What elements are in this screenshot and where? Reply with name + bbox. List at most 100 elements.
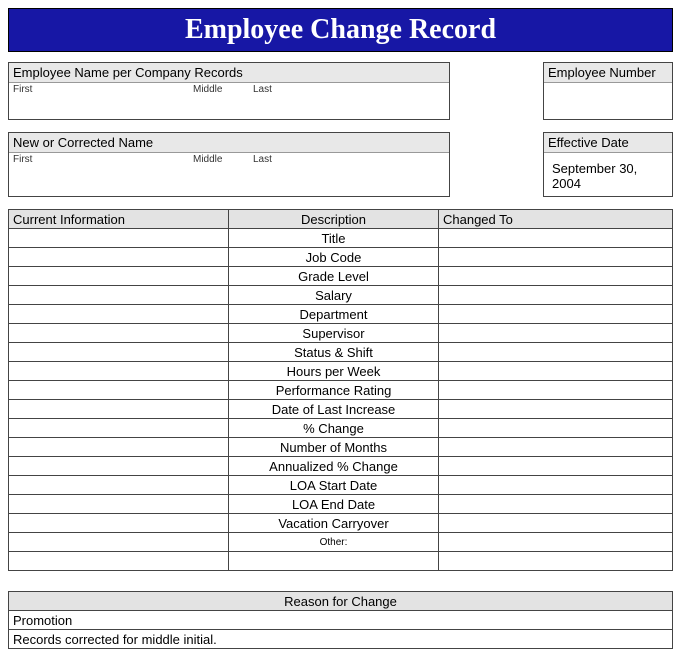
cell-current[interactable] bbox=[9, 362, 229, 381]
change-table: Current Information Description Changed … bbox=[8, 209, 673, 571]
cell-desc: LOA Start Date bbox=[229, 476, 439, 495]
cell-desc: Number of Months bbox=[229, 438, 439, 457]
cell-current[interactable] bbox=[9, 514, 229, 533]
reason-row[interactable]: Promotion bbox=[9, 611, 673, 630]
cell-changed[interactable] bbox=[439, 324, 673, 343]
cell-current[interactable] bbox=[9, 533, 229, 552]
cell-changed[interactable] bbox=[439, 248, 673, 267]
new-name-box: New or Corrected Name First Middle Last bbox=[8, 132, 450, 197]
col-changed-to: Changed To bbox=[439, 210, 673, 229]
cell-desc: % Change bbox=[229, 419, 439, 438]
col-current-info: Current Information bbox=[9, 210, 229, 229]
new-name-body[interactable]: First Middle Last bbox=[9, 153, 449, 189]
cell-changed[interactable] bbox=[439, 495, 673, 514]
cell-changed[interactable] bbox=[439, 533, 673, 552]
cell-desc: Performance Rating bbox=[229, 381, 439, 400]
cell-changed[interactable] bbox=[439, 476, 673, 495]
cell-desc: Status & Shift bbox=[229, 343, 439, 362]
table-row: Annualized % Change bbox=[9, 457, 673, 476]
cell-changed[interactable] bbox=[439, 419, 673, 438]
cell-current[interactable] bbox=[9, 324, 229, 343]
cell-changed[interactable] bbox=[439, 400, 673, 419]
cell-changed[interactable] bbox=[439, 267, 673, 286]
cell-changed[interactable] bbox=[439, 381, 673, 400]
table-row: Vacation Carryover bbox=[9, 514, 673, 533]
cell-desc: LOA End Date bbox=[229, 495, 439, 514]
effective-date-label: Effective Date bbox=[544, 133, 672, 153]
employee-number-box: Employee Number bbox=[543, 62, 673, 120]
reason-row[interactable]: Records corrected for middle initial. bbox=[9, 630, 673, 649]
cell-desc: Grade Level bbox=[229, 267, 439, 286]
cell-current[interactable] bbox=[9, 438, 229, 457]
last-label: Last bbox=[253, 84, 272, 95]
col-description: Description bbox=[229, 210, 439, 229]
effective-date-box: Effective Date September 30, 2004 bbox=[543, 132, 673, 197]
cell-current[interactable] bbox=[9, 267, 229, 286]
first-label: First bbox=[13, 84, 193, 95]
cell-current[interactable] bbox=[9, 419, 229, 438]
cell-desc: Date of Last Increase bbox=[229, 400, 439, 419]
cell-desc: Annualized % Change bbox=[229, 457, 439, 476]
cell-changed[interactable] bbox=[439, 552, 673, 571]
table-row: Title bbox=[9, 229, 673, 248]
table-row: Number of Months bbox=[9, 438, 673, 457]
table-row: Supervisor bbox=[9, 324, 673, 343]
cell-desc: Vacation Carryover bbox=[229, 514, 439, 533]
table-header-row: Current Information Description Changed … bbox=[9, 210, 673, 229]
cell-current[interactable] bbox=[9, 343, 229, 362]
cell-current[interactable] bbox=[9, 286, 229, 305]
table-row-blank bbox=[9, 552, 673, 571]
table-row: Performance Rating bbox=[9, 381, 673, 400]
cell-current[interactable] bbox=[9, 229, 229, 248]
cell-current[interactable] bbox=[9, 495, 229, 514]
title-banner: Employee Change Record bbox=[8, 8, 673, 52]
table-row: Job Code bbox=[9, 248, 673, 267]
cell-desc: Hours per Week bbox=[229, 362, 439, 381]
cell-desc: Title bbox=[229, 229, 439, 248]
middle-label: Middle bbox=[193, 84, 253, 95]
cell-changed[interactable] bbox=[439, 438, 673, 457]
cell-changed[interactable] bbox=[439, 286, 673, 305]
cell-changed[interactable] bbox=[439, 514, 673, 533]
cell-desc: Salary bbox=[229, 286, 439, 305]
last-label-2: Last bbox=[253, 154, 272, 165]
table-row: Department bbox=[9, 305, 673, 324]
employee-name-label: Employee Name per Company Records bbox=[9, 63, 449, 83]
table-row: % Change bbox=[9, 419, 673, 438]
table-row: Salary bbox=[9, 286, 673, 305]
cell-current[interactable] bbox=[9, 457, 229, 476]
effective-date-value[interactable]: September 30, 2004 bbox=[544, 153, 672, 196]
cell-changed[interactable] bbox=[439, 362, 673, 381]
cell-current[interactable] bbox=[9, 381, 229, 400]
table-row: LOA End Date bbox=[9, 495, 673, 514]
page-title: Employee Change Record bbox=[185, 14, 496, 46]
cell-changed[interactable] bbox=[439, 343, 673, 362]
cell-changed[interactable] bbox=[439, 229, 673, 248]
cell-desc[interactable] bbox=[229, 552, 439, 571]
cell-current[interactable] bbox=[9, 552, 229, 571]
employee-number-body[interactable] bbox=[544, 83, 672, 119]
new-name-label: New or Corrected Name bbox=[9, 133, 449, 153]
cell-other-label: Other: bbox=[229, 533, 439, 552]
cell-current[interactable] bbox=[9, 400, 229, 419]
cell-desc: Job Code bbox=[229, 248, 439, 267]
first-label-2: First bbox=[13, 154, 193, 165]
employee-number-label: Employee Number bbox=[544, 63, 672, 83]
info-row-2: New or Corrected Name First Middle Last … bbox=[8, 132, 673, 197]
cell-desc: Supervisor bbox=[229, 324, 439, 343]
reason-table: Reason for Change Promotion Records corr… bbox=[8, 591, 673, 649]
table-row: Hours per Week bbox=[9, 362, 673, 381]
info-row-1: Employee Name per Company Records First … bbox=[8, 62, 673, 120]
employee-name-box: Employee Name per Company Records First … bbox=[8, 62, 450, 120]
cell-desc: Department bbox=[229, 305, 439, 324]
table-row: Status & Shift bbox=[9, 343, 673, 362]
cell-current[interactable] bbox=[9, 305, 229, 324]
table-row-other: Other: bbox=[9, 533, 673, 552]
employee-name-body[interactable]: First Middle Last bbox=[9, 83, 449, 119]
middle-label-2: Middle bbox=[193, 154, 253, 165]
cell-current[interactable] bbox=[9, 476, 229, 495]
table-row: Date of Last Increase bbox=[9, 400, 673, 419]
cell-current[interactable] bbox=[9, 248, 229, 267]
cell-changed[interactable] bbox=[439, 457, 673, 476]
cell-changed[interactable] bbox=[439, 305, 673, 324]
